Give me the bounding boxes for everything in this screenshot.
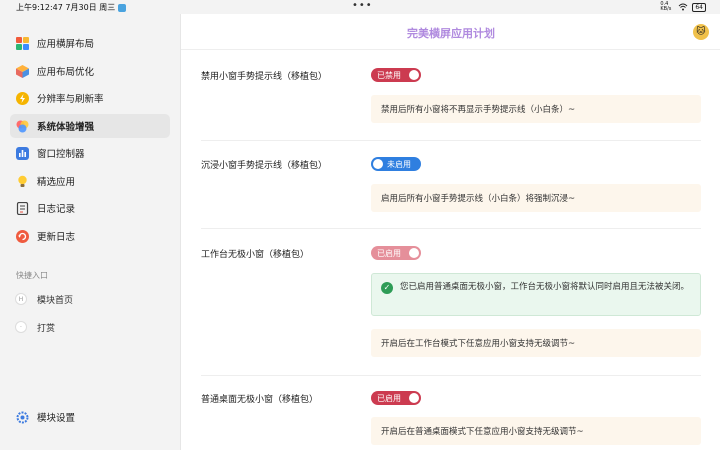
sidebar-item-layout-optimize[interactable]: 应用布局优化 (10, 59, 170, 83)
toggle-label: 已启用 (377, 393, 401, 403)
status-bar: 上午9:12:47 7月30日 周三 ••• 0.4 KB/s 64 (0, 0, 720, 14)
toggle-desktop-stepless-window[interactable]: 已启用 (371, 391, 421, 405)
sidebar-item-label: 模块设置 (37, 413, 76, 424)
setting-description: 启用后所有小窗手势提示线（小白条）将强制沉浸~ (371, 184, 701, 212)
divider (201, 228, 701, 229)
sidebar-item-log[interactable]: 日志记录 (10, 196, 170, 220)
sidebar: 应用横屏布局 应用布局优化 分辨率与刷新率 系统体验增强 窗口控制器 精选应用 (0, 14, 180, 450)
toggle-label: 未启用 (387, 159, 411, 169)
sidebar-item-landscape-layout[interactable]: 应用横屏布局 (10, 31, 170, 55)
sidebar-item-label: 更新日志 (37, 232, 76, 243)
setting-description: 开启后在工作台模式下任意应用小窗支持无级调节~ (371, 329, 701, 357)
status-right: 0.4 KB/s 64 (660, 2, 706, 12)
quick-section-label: 快捷入口 (16, 271, 48, 280)
sidebar-item-changelog[interactable]: 更新日志 (10, 224, 170, 248)
grid-icon (15, 36, 29, 50)
bolt-icon (15, 91, 29, 105)
sidebar-item-label: 应用布局优化 (37, 67, 95, 78)
quick-item-module-home[interactable]: H 模块首页 (10, 288, 170, 310)
home-icon: H (15, 293, 27, 305)
toggle-immersive-gesture-line[interactable]: 未启用 (371, 157, 421, 171)
log-icon (15, 201, 29, 215)
sidebar-item-label: 窗口控制器 (37, 149, 85, 160)
setting-description: 开启后在普通桌面模式下任意应用小窗支持无级调节~ (371, 417, 701, 445)
battery-icon: 64 (692, 2, 706, 12)
toggle-knob (373, 159, 383, 169)
main-panel: 完美横屏应用计划 🐱 禁用小窗手势提示线（移植包） 已禁用 禁用后所有小窗将不再… (180, 14, 720, 450)
app-badge-icon (118, 3, 127, 12)
setting-title: 沉浸小窗手势提示线（移植包） (201, 161, 328, 171)
gear-icon (15, 410, 29, 424)
setting-title: 普通桌面无极小窗（移植包） (201, 395, 319, 405)
cube-icon (15, 64, 29, 78)
net-speed: 0.4 KB/s (660, 1, 672, 12)
bulb-icon (15, 174, 29, 188)
setting-description: 禁用后所有小窗将不再显示手势提示线（小白条）~ (371, 95, 701, 123)
window-dots-icon[interactable]: ••• (352, 0, 373, 11)
sidebar-item-resolution[interactable]: 分辨率与刷新率 (10, 86, 170, 110)
setting-title: 禁用小窗手势提示线（移植包） (201, 72, 328, 82)
divider (201, 140, 701, 141)
toggle-label: 已禁用 (377, 70, 401, 80)
divider (201, 375, 701, 376)
quick-item-donate[interactable]: · 打赏 (10, 316, 170, 338)
quick-item-label: 打赏 (37, 323, 56, 334)
notice-text: 您已启用普通桌面无极小窗，工作台无极小窗将默认同时启用且无法被关闭。 (400, 282, 690, 292)
sidebar-item-label: 精选应用 (37, 177, 76, 188)
donate-icon: · (15, 321, 27, 333)
toggle-label: 已启用 (377, 248, 401, 258)
sidebar-item-system-enhance[interactable]: 系统体验增强 (10, 114, 170, 138)
sidebar-item-label: 日志记录 (37, 204, 76, 215)
sidebar-item-window-controller[interactable]: 窗口控制器 (10, 141, 170, 165)
info-notice: ✓ 您已启用普通桌面无极小窗，工作台无极小窗将默认同时启用且无法被关闭。 (371, 273, 701, 316)
quick-item-label: 模块首页 (37, 295, 74, 306)
sidebar-item-label: 分辨率与刷新率 (37, 94, 104, 105)
refresh-icon (15, 229, 29, 243)
sidebar-item-module-settings[interactable]: 模块设置 (10, 405, 170, 429)
bars-icon (15, 146, 29, 160)
setting-title: 工作台无极小窗（移植包） (201, 250, 310, 260)
sidebar-item-label: 系统体验增强 (37, 122, 95, 133)
toggle-knob (409, 393, 419, 403)
check-circle-icon: ✓ (381, 282, 393, 294)
toggle-disable-gesture-line[interactable]: 已禁用 (371, 68, 421, 82)
sidebar-item-label: 应用横屏布局 (37, 39, 95, 50)
toggle-knob (409, 70, 419, 80)
toggle-knob (409, 248, 419, 258)
palette-icon (15, 119, 29, 133)
status-time: 上午9:12:47 7月30日 周三 (16, 2, 127, 13)
wifi-icon (679, 3, 688, 11)
avatar-icon[interactable]: 🐱 (693, 24, 709, 40)
toggle-workbench-stepless-window[interactable]: 已启用 (371, 246, 421, 260)
header: 完美横屏应用计划 🐱 (181, 14, 720, 50)
page-title: 完美横屏应用计划 (407, 27, 495, 40)
sidebar-item-featured-apps[interactable]: 精选应用 (10, 169, 170, 193)
